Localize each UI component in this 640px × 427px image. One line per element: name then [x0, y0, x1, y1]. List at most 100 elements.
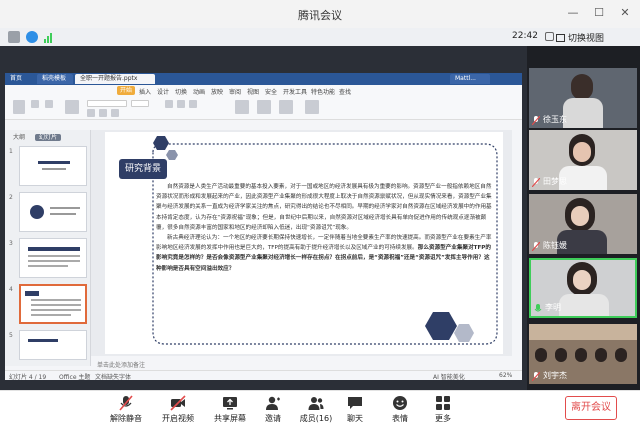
copy-icon[interactable] — [45, 100, 53, 108]
notes-bar[interactable]: 单击此处添加备注 — [91, 356, 512, 370]
notes-placeholder: 单击此处添加备注 — [97, 362, 146, 369]
switch-view-label: 切换视图 — [568, 34, 605, 44]
slide-thumbnail-1[interactable] — [19, 146, 87, 186]
slide-thumbnail-3[interactable] — [19, 238, 87, 278]
slide-thumbnail-5[interactable] — [19, 330, 87, 360]
outline-tab[interactable]: 大纲 — [13, 134, 25, 141]
unmute-button[interactable]: 解除静音 — [103, 395, 149, 424]
members-icon — [308, 397, 324, 410]
more-icon — [436, 396, 450, 410]
textbox-icon[interactable] — [235, 100, 249, 114]
info-icon[interactable] — [8, 31, 20, 43]
participant-video[interactable]: 陈钰媛 — [529, 194, 637, 254]
menu-view[interactable]: 视图 — [247, 87, 259, 96]
paste-icon[interactable] — [13, 100, 25, 114]
minimize-icon[interactable]: — — [566, 6, 580, 20]
current-slide[interactable]: 研究背景 自然资源是人类生产活动最重要的基本投入要素，对于一国或地区的经济发展具… — [105, 132, 503, 354]
cut-icon[interactable] — [31, 100, 39, 108]
more-button[interactable]: 更多 — [420, 395, 466, 424]
participant-video[interactable]: 田梦思 — [529, 130, 637, 190]
app-tabbar: 首页 稻壳模板 全职一开题报告.pptx Mattl... — [5, 73, 522, 85]
menu-home[interactable]: 开始 — [117, 86, 136, 95]
status-theme: Office 主题 — [59, 374, 91, 381]
status-ai-beautify[interactable]: AI 智能美化 — [433, 372, 465, 381]
participant-video[interactable]: 徐玉东 — [529, 68, 637, 128]
menu-features[interactable]: 特色功能 — [311, 87, 335, 96]
mic-off-icon — [532, 242, 540, 251]
emoji-button[interactable]: 表情 — [377, 395, 423, 424]
replace-icon[interactable] — [305, 100, 319, 114]
invite-label: 邀请 — [265, 414, 281, 423]
grid-icon — [556, 33, 565, 42]
ribbon-toolbar — [5, 96, 522, 120]
slide-thumbnail-4[interactable] — [19, 284, 87, 324]
mic-off-icon — [532, 372, 540, 381]
italic-icon[interactable] — [99, 109, 107, 117]
chat-button[interactable]: 聊天 — [332, 395, 378, 424]
slide-number: 2 — [9, 194, 13, 201]
slide-thumbnail-2[interactable] — [19, 192, 87, 232]
slide-number: 5 — [9, 332, 13, 339]
menu-security[interactable]: 安全 — [265, 87, 277, 96]
menu-transition[interactable]: 切换 — [175, 87, 187, 96]
font-size-select[interactable] — [131, 100, 149, 107]
menu-review[interactable]: 审阅 — [229, 87, 241, 96]
status-slide-count: 幻灯片 4 / 19 — [9, 374, 47, 381]
font-select[interactable] — [87, 100, 127, 107]
switch-view-button[interactable]: 切换视图 — [556, 31, 604, 44]
signal-icon[interactable] — [44, 31, 55, 43]
window-icon[interactable] — [545, 32, 554, 41]
invite-button[interactable]: 邀请 — [250, 395, 296, 424]
window-title: 腾讯会议 — [298, 9, 342, 22]
slide-thumbnail-pane: 大纲 幻灯片 1 2 3 4 5 — [5, 130, 91, 366]
invite-icon — [266, 396, 280, 410]
participant-name: 陈钰媛 — [543, 241, 567, 250]
participant-name: 刘宇杰 — [543, 371, 567, 380]
menu-animation[interactable]: 动画 — [193, 87, 205, 96]
slide-number: 3 — [9, 240, 13, 247]
tab-templates[interactable]: 稻壳模板 — [37, 74, 73, 84]
participant-name: 田梦思 — [543, 177, 567, 186]
slide-number: 4 — [9, 286, 13, 293]
align-center-icon[interactable] — [177, 100, 185, 108]
meeting-top-toolbar: 22:42 切换视图 — [0, 28, 640, 46]
menu-search[interactable]: 查找 — [339, 87, 351, 96]
menu-devtools[interactable]: 开发工具 — [283, 87, 307, 96]
share-screen-label: 共享屏幕 — [214, 414, 246, 423]
shield-icon[interactable] — [26, 31, 38, 43]
leave-meeting-button[interactable]: 离开会议 — [565, 396, 617, 420]
arrange-icon[interactable] — [279, 100, 293, 114]
menu-slideshow[interactable]: 放映 — [211, 87, 223, 96]
status-zoom[interactable]: 62% — [499, 372, 512, 379]
start-video-button[interactable]: 开启视频 — [155, 395, 201, 424]
status-missing-font[interactable]: 文档缺失字体 — [95, 372, 131, 381]
start-video-label: 开启视频 — [162, 414, 194, 423]
menu-insert[interactable]: 插入 — [139, 87, 151, 96]
unmute-label: 解除静音 — [110, 414, 142, 423]
slides-tab[interactable]: 幻灯片 — [34, 134, 61, 141]
mic-off-icon — [532, 178, 540, 187]
members-label: 成员(16) — [299, 414, 333, 423]
align-left-icon[interactable] — [165, 100, 173, 108]
mic-on-icon — [534, 304, 542, 312]
mic-off-icon — [532, 116, 540, 125]
window-titlebar: 腾讯会议 — ☐ ✕ — [0, 0, 640, 28]
slide-canvas: 研究背景 自然资源是人类生产活动最重要的基本投入要素，对于一国或地区的经济发展具… — [91, 130, 512, 356]
tab-home[interactable]: 首页 — [5, 74, 35, 84]
share-screen-button[interactable]: 共享屏幕 — [207, 395, 253, 424]
participant-name: 徐玉东 — [543, 115, 567, 124]
tab-matlab[interactable]: Mattl... — [450, 74, 490, 84]
bold-icon[interactable] — [87, 109, 95, 117]
participant-video-active-speaker[interactable]: 李明 — [529, 258, 637, 318]
align-right-icon[interactable] — [189, 100, 197, 108]
close-icon[interactable]: ✕ — [618, 6, 632, 20]
slide-title: 研究背景 — [119, 159, 167, 179]
tab-document[interactable]: 全职一开题报告.pptx — [75, 74, 155, 84]
menu-design[interactable]: 设计 — [157, 87, 169, 96]
underline-icon[interactable] — [111, 109, 119, 117]
participant-video[interactable]: 刘宇杰 — [529, 324, 637, 384]
status-bar: 幻灯片 4 / 19 Office 主题 文档缺失字体 AI 智能美化 62% — [5, 370, 522, 381]
new-slide-icon[interactable] — [65, 100, 79, 114]
maximize-icon[interactable]: ☐ — [592, 6, 606, 20]
shape-icon[interactable] — [257, 100, 271, 114]
